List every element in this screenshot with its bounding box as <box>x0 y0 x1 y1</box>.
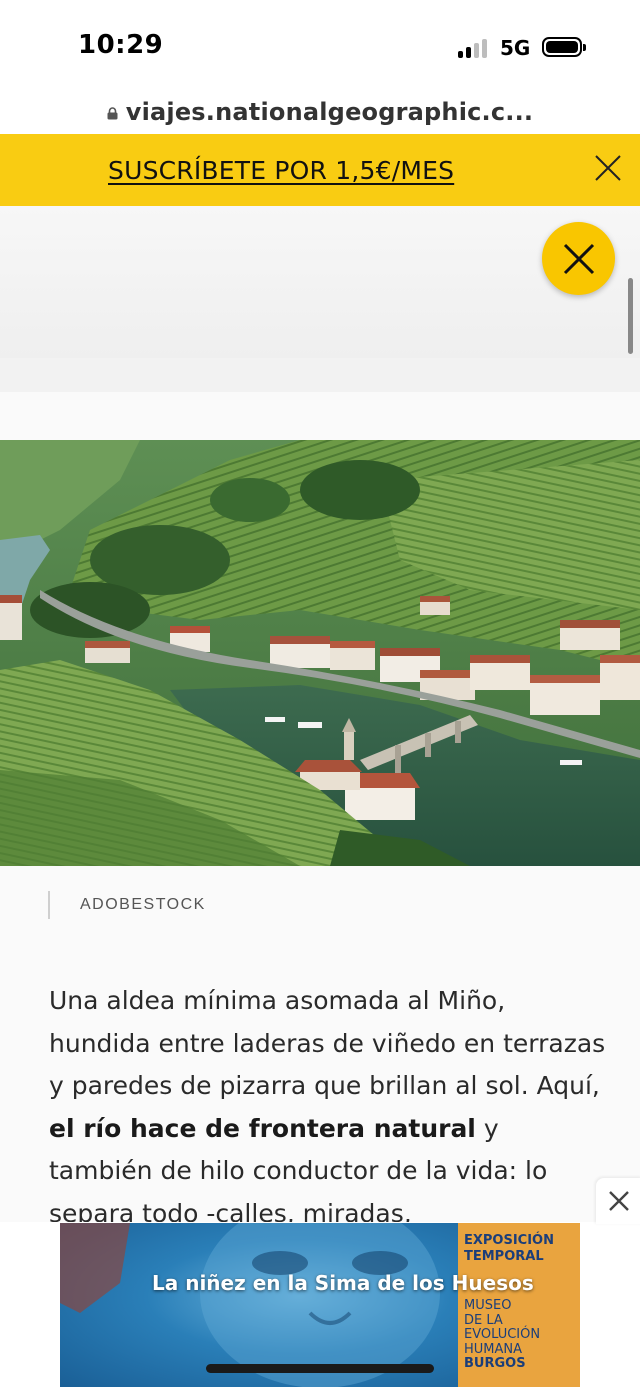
ad-museum-line: EVOLUCIÓN <box>464 1327 541 1342</box>
ad-tag: EXPOSICIÓN TEMPORAL <box>464 1233 554 1265</box>
ad-portrait-area <box>60 1223 458 1387</box>
sticky-ad-close-button[interactable] <box>596 1178 640 1224</box>
close-circle-icon <box>563 243 594 274</box>
article-paragraph: Una aldea mínima asomada al Miño, hundid… <box>49 980 609 1235</box>
ad-museum-line: DE LA <box>464 1312 503 1328</box>
ad-spacer <box>0 358 640 392</box>
article-text: Una aldea mínima asomada al Miño, hundid… <box>49 986 606 1100</box>
status-bar: 10:29 5G <box>0 0 640 90</box>
ad-placeholder <box>0 206 640 358</box>
article-bold-text: el río hace de frontera natural <box>49 1113 476 1143</box>
ad-museum-name: MUSEO DE LA EVOLUCIÓN HUMANA BURGOS <box>464 1298 541 1372</box>
url-text: viajes.nationalgeographic.c... <box>125 98 534 126</box>
ad-city: BURGOS <box>464 1356 526 1371</box>
photo-credit: ADOBESTOCK <box>48 891 206 919</box>
subscribe-link[interactable]: SUSCRÍBETE POR 1,5€/MES <box>108 156 454 185</box>
signal-icon <box>458 38 492 58</box>
subscribe-banner: SUSCRÍBETE POR 1,5€/MES <box>0 134 640 206</box>
ad-headline: La niñez en la Sima de los Huesos <box>152 1271 534 1295</box>
ad-museum-line: HUMANA <box>464 1341 523 1357</box>
address-bar[interactable]: viajes.nationalgeographic.c... <box>0 90 640 134</box>
lock-icon <box>107 106 118 119</box>
battery-icon <box>542 37 586 57</box>
article-photo <box>0 440 640 866</box>
home-indicator[interactable] <box>206 1364 434 1373</box>
close-icon <box>609 1191 629 1211</box>
ad-close-button[interactable] <box>542 222 615 295</box>
close-icon[interactable] <box>594 154 622 182</box>
status-time: 10:29 <box>78 30 164 60</box>
ad-tag-line: TEMPORAL <box>464 1249 544 1264</box>
network-type: 5G <box>500 36 531 60</box>
scrollbar[interactable] <box>628 278 633 354</box>
ad-tag-line: EXPOSICIÓN <box>464 1233 554 1248</box>
museum-ad-banner[interactable]: La niñez en la Sima de los Huesos EXPOSI… <box>60 1223 580 1387</box>
ad-museum-line: MUSEO <box>464 1298 512 1313</box>
